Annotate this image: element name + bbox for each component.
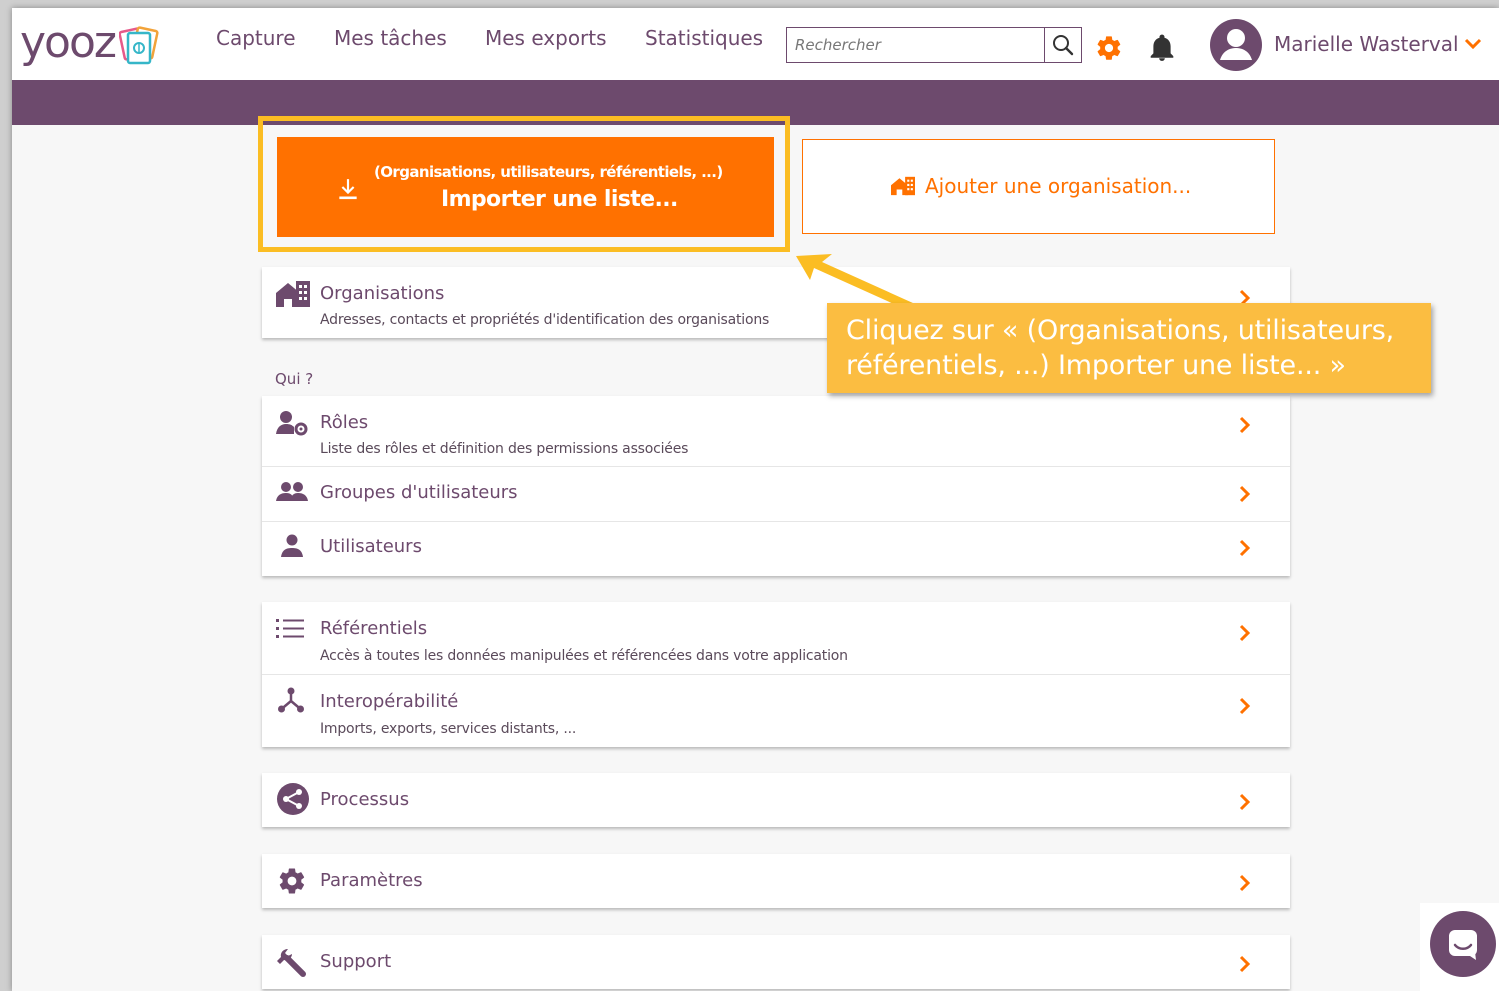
gear-icon <box>279 868 305 894</box>
gear-icon[interactable] <box>1095 34 1123 62</box>
building-icon <box>891 176 915 196</box>
chevron-right-icon <box>1239 697 1251 715</box>
chat-widget <box>1420 903 1499 991</box>
menu-item-utilisateurs[interactable]: Utilisateurs <box>262 522 1290 576</box>
menu-item-roles[interactable]: Rôles Liste des rôles et définition des … <box>262 396 1290 466</box>
data-card: Référentiels Accès à toutes les données … <box>262 602 1290 747</box>
app-window: yooz Capture Mes tâches Mes exports Stat… <box>12 8 1499 991</box>
nav-capture[interactable]: Capture <box>216 26 296 50</box>
user-icon <box>281 534 303 557</box>
menu-item-support[interactable]: Support <box>262 935 1290 989</box>
import-list-subtitle: (Organisations, utilisateurs, référentie… <box>374 163 723 181</box>
search-button[interactable] <box>1044 28 1081 62</box>
users-card: Rôles Liste des rôles et définition des … <box>262 396 1290 576</box>
menu-item-description: Accès à toutes les données manipulées et… <box>320 648 848 664</box>
user-gear-icon <box>276 411 308 436</box>
processus-card: Processus <box>262 773 1290 827</box>
import-list-button[interactable]: (Organisations, utilisateurs, référentie… <box>277 137 774 237</box>
share-icon <box>277 783 309 815</box>
parametres-card: Paramètres <box>262 854 1290 908</box>
users-icon <box>276 482 308 501</box>
menu-item-title: Interopérabilité <box>320 691 459 712</box>
menu-item-title: Référentiels <box>320 618 428 639</box>
building-icon <box>276 281 310 307</box>
network-icon <box>278 687 304 713</box>
chevron-right-icon <box>1239 955 1251 973</box>
menu-item-title: Organisations <box>320 283 445 304</box>
menu-item-title: Paramètres <box>320 870 423 891</box>
menu-item-title: Groupes d'utilisateurs <box>320 482 518 503</box>
background-window-edge <box>0 0 12 991</box>
menu-item-parametres[interactable]: Paramètres <box>262 854 1290 908</box>
nav-mes-exports[interactable]: Mes exports <box>485 26 607 50</box>
chevron-right-icon <box>1239 416 1251 434</box>
menu-item-title: Processus <box>320 789 410 810</box>
menu-item-processus[interactable]: Processus <box>262 773 1290 827</box>
nav-mes-taches[interactable]: Mes tâches <box>334 26 447 50</box>
menu-item-groupes[interactable]: Groupes d'utilisateurs <box>262 467 1290 521</box>
chat-icon <box>1449 930 1477 960</box>
support-card: Support <box>262 935 1290 989</box>
search-icon <box>1053 35 1074 56</box>
menu-item-interoperabilite[interactable]: Interopérabilité Imports, exports, servi… <box>262 675 1290 747</box>
chevron-right-icon <box>1239 793 1251 811</box>
logo-cards-icon <box>118 26 159 65</box>
nav-statistiques[interactable]: Statistiques <box>645 26 763 50</box>
download-icon <box>339 179 357 200</box>
chat-button[interactable] <box>1430 911 1496 977</box>
menu-item-description: Adresses, contacts et propriétés d'ident… <box>320 312 770 328</box>
menu-item-title: Support <box>320 951 392 972</box>
user-name[interactable]: Marielle Wasterval <box>1274 32 1459 56</box>
chevron-right-icon <box>1239 874 1251 892</box>
bell-icon[interactable] <box>1149 34 1175 62</box>
chevron-right-icon <box>1239 539 1251 557</box>
menu-item-description: Imports, exports, services distants, ... <box>320 721 577 737</box>
yooz-logo[interactable]: yooz <box>20 14 159 70</box>
import-list-label: Importer une liste... <box>441 187 678 212</box>
list-icon <box>276 619 304 638</box>
wrench-icon <box>277 949 306 977</box>
menu-item-title: Utilisateurs <box>320 536 422 557</box>
search-input[interactable] <box>787 28 1045 62</box>
top-navigation-bar: yooz Capture Mes tâches Mes exports Stat… <box>12 8 1499 80</box>
add-organisation-content: Ajouter une organisation... <box>891 174 1191 198</box>
menu-item-description: Liste des rôles et définition des permis… <box>320 441 689 457</box>
avatar-icon[interactable] <box>1209 18 1263 72</box>
add-organisation-label: Ajouter une organisation... <box>925 174 1192 198</box>
section-label-qui: Qui ? <box>275 370 314 388</box>
menu-item-title: Rôles <box>320 412 369 433</box>
search-box <box>786 27 1082 63</box>
chevron-right-icon <box>1239 624 1251 642</box>
logo-wordmark: yooz <box>20 16 117 68</box>
menu-item-referentiels[interactable]: Référentiels Accès à toutes les données … <box>262 602 1290 674</box>
chevron-down-icon[interactable] <box>1464 37 1482 51</box>
tutorial-callout: Cliquez sur « (Organisations, utilisateu… <box>827 303 1431 393</box>
chevron-right-icon <box>1239 485 1251 503</box>
add-organisation-button[interactable]: Ajouter une organisation... <box>802 139 1275 234</box>
callout-text: Cliquez sur « (Organisations, utilisateu… <box>846 315 1394 381</box>
